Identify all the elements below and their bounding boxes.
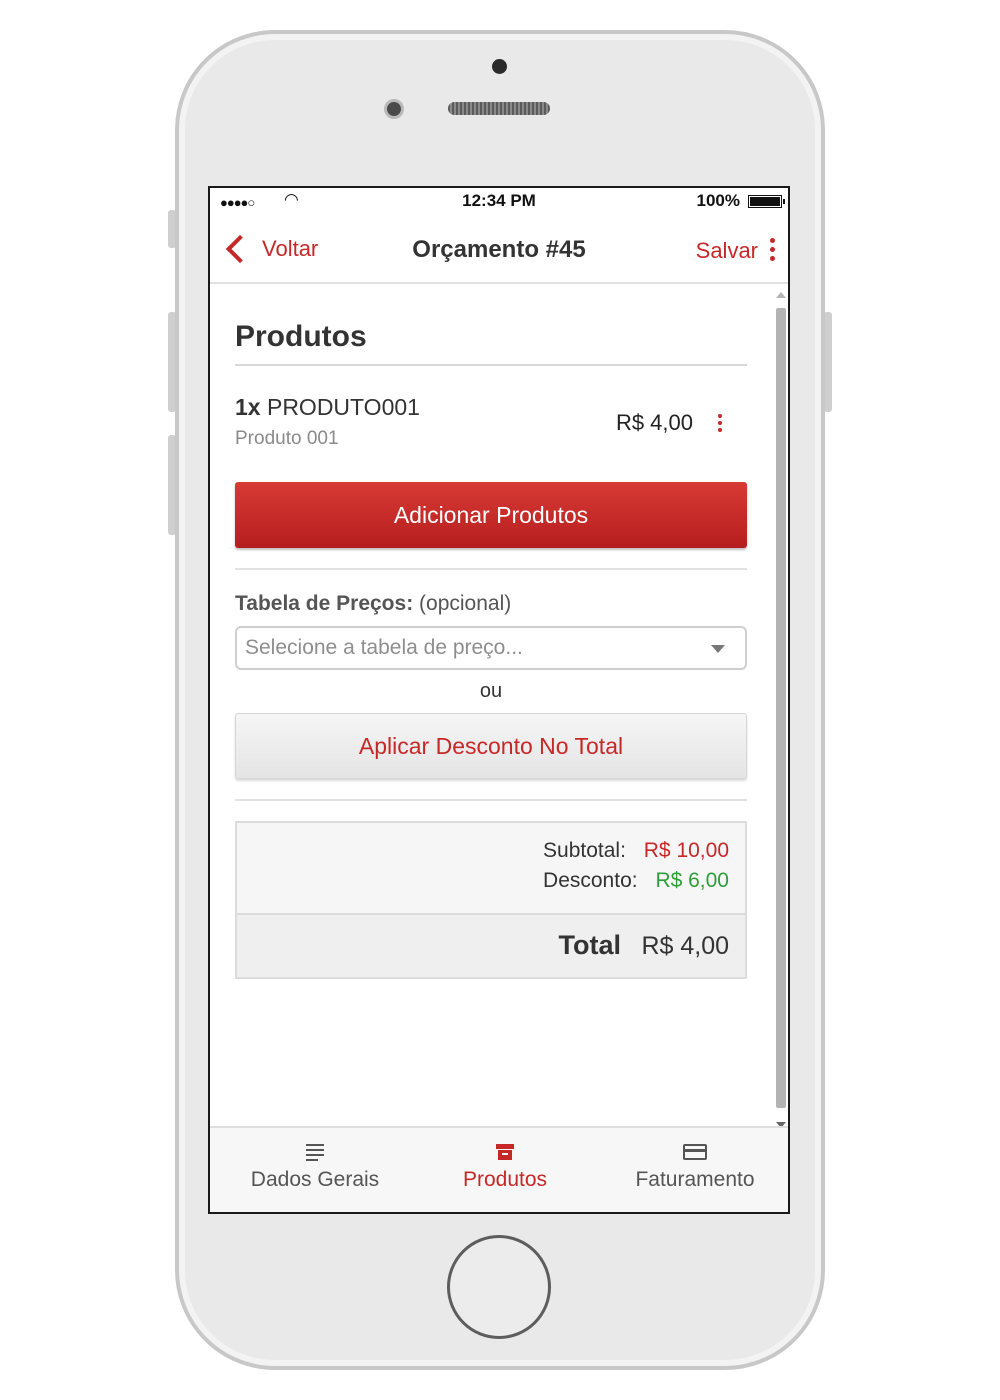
subtotal-label: Subtotal:: [543, 839, 626, 862]
battery-icon: [748, 195, 785, 208]
tab-dados-gerais[interactable]: Dados Gerais: [218, 1128, 412, 1212]
scroll-thumb[interactable]: [776, 308, 786, 1108]
subtotal-row: Subtotal: R$ 10,00: [531, 839, 729, 863]
product-name: Produto 001: [235, 428, 339, 449]
home-button[interactable]: [447, 1235, 551, 1339]
discount-value: R$ 6,00: [655, 869, 729, 892]
total-value: R$ 4,00: [641, 932, 729, 960]
discount-label: Desconto:: [543, 869, 638, 892]
list-icon: [218, 1144, 412, 1162]
total-label: Total: [558, 930, 622, 960]
apply-discount-button[interactable]: Aplicar Desconto No Total: [235, 713, 747, 779]
power-button: [824, 312, 832, 412]
price-table-label: Tabela de Preços: (opcional): [235, 592, 747, 616]
scrollbar[interactable]: [774, 292, 786, 1128]
divider: [235, 568, 747, 570]
totals-panel: Subtotal: R$ 10,00 Desconto: R$ 6,00 Tot…: [235, 821, 747, 979]
totals-breakdown: Subtotal: R$ 10,00 Desconto: R$ 6,00: [237, 823, 745, 915]
app-screen: ●●●●○ ◠ 12:34 PM 100% Voltar Orçamento #…: [208, 186, 790, 1214]
battery-percent: 100%: [696, 191, 740, 210]
caret-down-icon: [711, 645, 725, 653]
product-price: R$ 4,00: [615, 410, 693, 435]
earpiece-speaker: [448, 102, 550, 115]
credit-card-icon: [598, 1144, 788, 1162]
add-products-button[interactable]: Adicionar Produtos: [235, 482, 747, 548]
box-icon: [496, 1144, 514, 1162]
tab-produtos[interactable]: Produtos: [408, 1128, 602, 1212]
product-code: PRODUTO001: [266, 394, 420, 420]
divider: [235, 799, 747, 801]
status-bar: ●●●●○ ◠ 12:34 PM 100%: [210, 188, 788, 214]
product-title: 1x PRODUTO001: [235, 394, 420, 421]
tab-label: Dados Gerais: [250, 1168, 380, 1191]
tab-label: Faturamento: [635, 1168, 755, 1191]
price-table-select[interactable]: Selecione a tabela de preço...: [235, 626, 747, 670]
price-table-label-text: Tabela de Preços:: [235, 592, 414, 615]
save-button[interactable]: Salvar: [696, 238, 758, 264]
main-content: Produtos 1x PRODUTO001 Produto 001 R$ 4,…: [235, 288, 747, 979]
product-options-icon[interactable]: [718, 414, 723, 435]
subtotal-value: R$ 10,00: [643, 839, 729, 862]
scroll-up-icon[interactable]: [776, 292, 786, 298]
section-title: Produtos: [235, 320, 747, 366]
or-text: ou: [479, 680, 503, 702]
tab-faturamento[interactable]: Faturamento: [598, 1128, 788, 1212]
total-row: Total R$ 4,00: [237, 915, 745, 977]
sensor-dot: [492, 59, 507, 74]
product-item[interactable]: 1x PRODUTO001 Produto 001 R$ 4,00: [235, 366, 747, 466]
tab-label: Produtos: [462, 1168, 548, 1191]
tab-bar: Dados Gerais Produtos Faturamento: [210, 1126, 788, 1212]
discount-row: Desconto: R$ 6,00: [531, 869, 729, 893]
front-camera: [384, 99, 404, 119]
price-table-placeholder: Selecione a tabela de preço...: [245, 636, 523, 659]
product-quantity: 1x: [235, 394, 261, 420]
navigation-bar: Voltar Orçamento #45 Salvar: [210, 216, 788, 284]
more-options-icon[interactable]: [770, 238, 776, 264]
price-table-optional: (opcional): [419, 592, 512, 615]
